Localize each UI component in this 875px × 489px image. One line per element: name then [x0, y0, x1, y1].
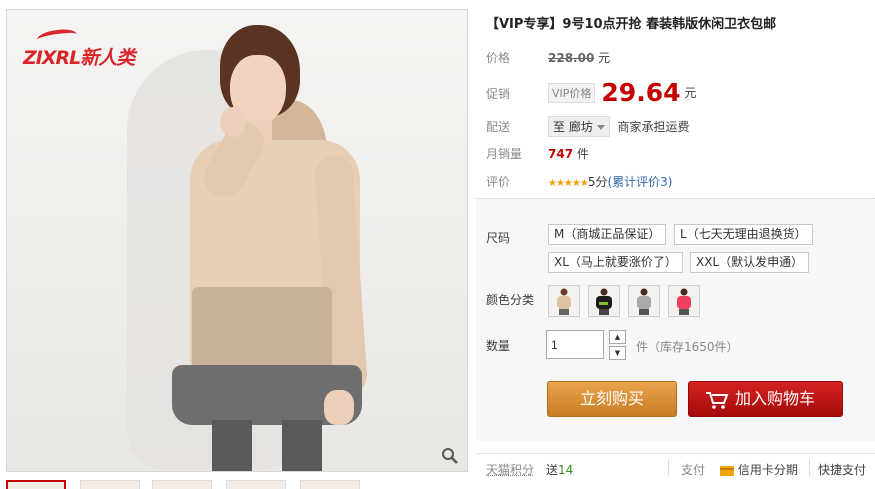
- brand-logo: ZIXRL新人类: [19, 27, 147, 69]
- thumbnail-strip: [6, 480, 476, 489]
- divider: [809, 459, 810, 476]
- vip-price-tag: VIP价格: [548, 82, 596, 103]
- rating-score: 5分: [587, 175, 608, 189]
- vip-price: 29.64: [601, 78, 681, 107]
- credit-card-icon: [720, 465, 734, 476]
- points-value: 14: [558, 463, 574, 477]
- vip-price-unit: 元: [684, 86, 697, 100]
- sales-unit: 件: [576, 147, 589, 161]
- review-count-link[interactable]: (累计评价3): [607, 175, 672, 189]
- star-rating-icon: ★★★★★: [548, 178, 589, 189]
- credit-card-installment: 信用卡分期: [737, 463, 798, 477]
- product-image-gallery[interactable]: ZIXRL新人类: [6, 9, 468, 472]
- size-label: 尺码: [486, 231, 511, 245]
- payment-label: 支付: [681, 463, 706, 477]
- quantity-label: 数量: [486, 339, 511, 353]
- color-swatch-beige[interactable]: [548, 285, 580, 317]
- original-price: 228.00: [548, 51, 595, 65]
- cart-icon: [706, 391, 729, 409]
- divider: [668, 459, 669, 476]
- express-pay[interactable]: 快捷支付: [818, 461, 866, 478]
- size-option-xxl[interactable]: XXL（默认发申通）: [690, 252, 810, 273]
- rating-row: 评价 ★★★★★5分(累计评价3): [486, 173, 866, 190]
- buy-now-button[interactable]: 立刻购买: [547, 381, 677, 417]
- model-photo: [172, 25, 372, 471]
- promo-label: 促销: [486, 87, 511, 101]
- rating-label: 评价: [486, 175, 511, 189]
- delivery-label: 配送: [486, 120, 511, 134]
- quantity-decrease-button[interactable]: ▼: [609, 346, 626, 360]
- thumbnail-4[interactable]: [226, 480, 286, 489]
- price-unit: 元: [598, 51, 611, 65]
- price-label: 价格: [486, 51, 511, 65]
- product-title: 【VIP专享】9号10点开抢 春装韩版休闲卫衣包邮: [486, 17, 777, 32]
- stock-text: 件（库存1650件）: [636, 340, 739, 354]
- color-swatch-pink[interactable]: [668, 285, 700, 317]
- sales-label: 月销量: [486, 147, 523, 161]
- color-swatch-black[interactable]: [588, 285, 620, 317]
- thumbnail-5[interactable]: [300, 480, 360, 489]
- size-option-m[interactable]: M（商城正品保证）: [548, 224, 667, 245]
- sales-count: 747: [548, 147, 574, 161]
- price-row: 价格 228.00 元: [486, 49, 866, 66]
- chevron-down-icon: ▼: [614, 349, 621, 357]
- quantity-input[interactable]: [546, 330, 604, 359]
- chevron-down-icon: [596, 125, 605, 130]
- color-label: 颜色分类: [486, 293, 535, 307]
- sales-row: 月销量 747 件: [486, 145, 866, 162]
- brand-logo-text: ZIXRL新人类: [23, 47, 135, 69]
- city-name: 廊坊: [568, 120, 593, 134]
- add-to-cart-button[interactable]: 加入购物车: [688, 381, 843, 417]
- shipping-note: 商家承担运费: [617, 120, 690, 134]
- thumbnail-2[interactable]: [80, 480, 140, 489]
- service-footer: 天猫积分 送14 支付 信用卡分期 快捷支付: [476, 453, 875, 481]
- quantity-increase-button[interactable]: ▲: [609, 330, 626, 344]
- promo-row: 促销 VIP价格 29.64 元: [486, 78, 866, 108]
- city-select[interactable]: 至 廊坊: [548, 116, 610, 137]
- thumbnail-3[interactable]: [152, 480, 212, 489]
- magnifier-icon[interactable]: [441, 447, 459, 465]
- chevron-up-icon: ▲: [614, 333, 621, 341]
- color-swatch-grey[interactable]: [628, 285, 660, 317]
- points-prefix: 送: [546, 463, 559, 477]
- size-option-l[interactable]: L（七天无理由退换货）: [674, 224, 813, 245]
- tmall-points-label[interactable]: 天猫积分: [486, 461, 534, 478]
- thumbnail-1[interactable]: [6, 480, 66, 489]
- add-to-cart-label: 加入购物车: [735, 389, 816, 408]
- size-option-xl[interactable]: XL（马上就要涨价了）: [548, 252, 683, 273]
